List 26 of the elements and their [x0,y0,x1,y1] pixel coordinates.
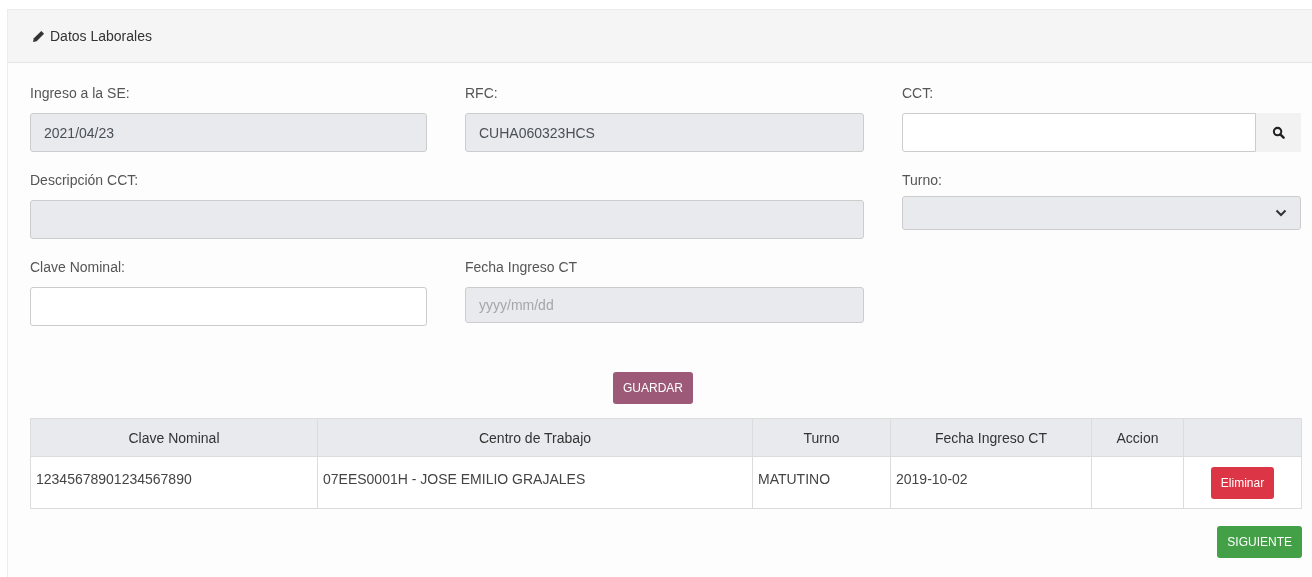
field-label: Descripción CCT: [30,172,140,188]
next-button[interactable]: SIGUIENTE [1217,526,1302,558]
table-cell: MATUTINO [758,470,831,487]
search-icon [1272,126,1285,139]
table-cell: 2019-10-02 [896,470,968,487]
pencil-icon [32,29,45,43]
search-field[interactable] [902,113,1256,152]
input-field[interactable] [30,287,427,326]
column-header: Turno [752,418,891,457]
panel-title: Datos Laborales [50,28,152,44]
column-header: Accion [1091,418,1184,457]
column-header: Clave Nominal [30,418,318,457]
field-label: CCT: [902,85,935,101]
field-label: RFC: [465,85,499,101]
table-cell: 12345678901234567890 [36,470,192,487]
delete-button[interactable]: Eliminar [1210,466,1275,499]
column-header: Centro de Trabajo [317,418,753,457]
field-label: Turno: [902,172,943,188]
column-header: Fecha Ingreso CT [890,418,1092,457]
field-label: Fecha Ingreso CT [465,259,579,275]
search-button[interactable] [1256,113,1301,152]
chevron-down-icon [1275,209,1287,217]
save-button[interactable]: GUARDAR [613,372,693,404]
field-label: Ingreso a la SE: [30,85,131,101]
field-label: Clave Nominal: [30,259,126,275]
table-cell: 07EES0001H - JOSE EMILIO GRAJALES [323,470,586,487]
